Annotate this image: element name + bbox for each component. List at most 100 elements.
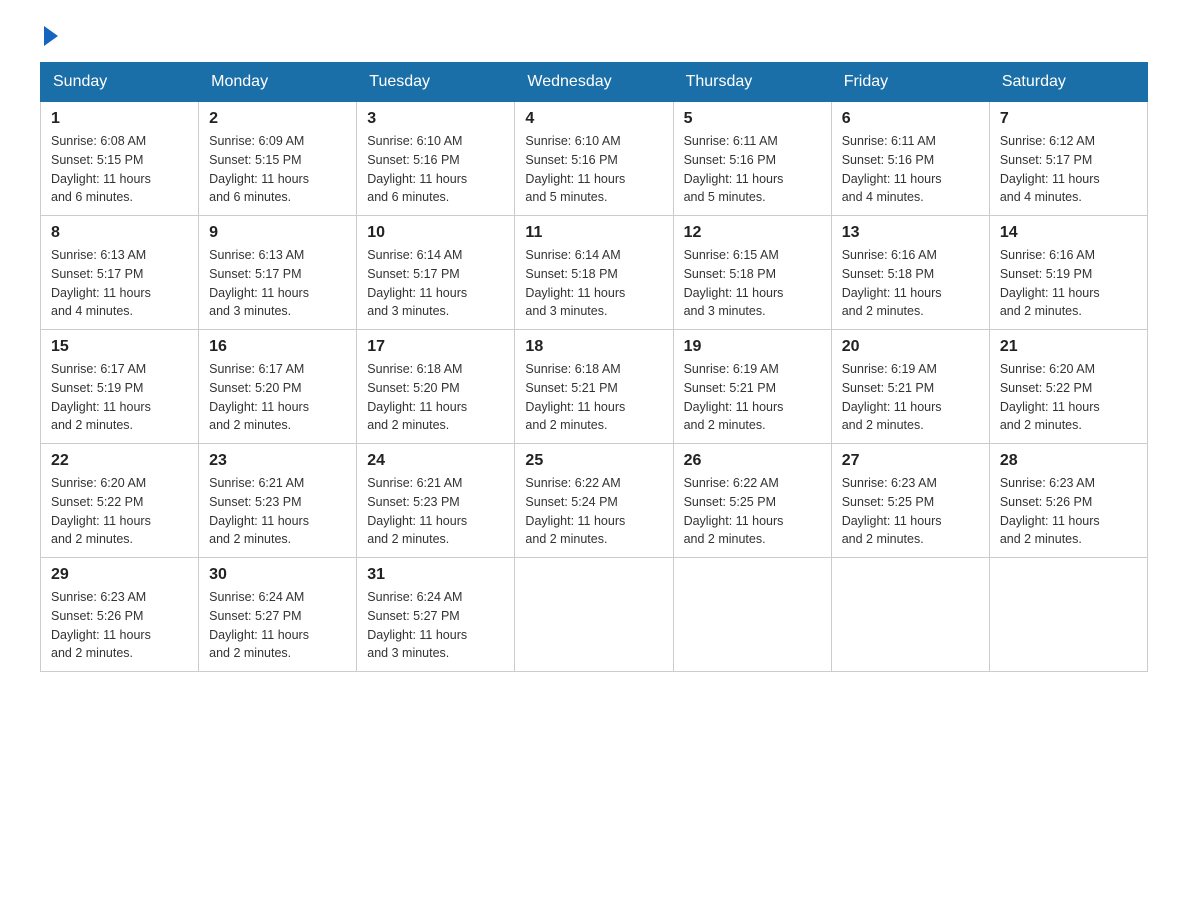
calendar-cell: 19 Sunrise: 6:19 AMSunset: 5:21 PMDayligh…: [673, 330, 831, 444]
calendar-cell: 6 Sunrise: 6:11 AMSunset: 5:16 PMDaylight…: [831, 102, 989, 216]
day-info: Sunrise: 6:14 AMSunset: 5:18 PMDaylight:…: [525, 246, 662, 321]
calendar-cell: 20Sunrise: 6:19 AMSunset: 5:21 PMDayligh…: [831, 330, 989, 444]
calendar-cell: 28Sunrise: 6:23 AMSunset: 5:26 PMDayligh…: [989, 444, 1147, 558]
day-number: 9: [209, 224, 346, 242]
day-number: 21: [1000, 338, 1137, 356]
day-number: 17: [367, 338, 504, 356]
calendar-cell: [831, 558, 989, 672]
calendar-cell: 13Sunrise: 6:16 AMSunset: 5:18 PMDayligh…: [831, 216, 989, 330]
day-number: 15: [51, 338, 188, 356]
page-header: [40, 30, 1148, 42]
day-number: 5: [684, 110, 821, 128]
calendar-cell: 24 Sunrise: 6:21 AMSunset: 5:23 PMDayligh…: [357, 444, 515, 558]
day-number: 2: [209, 110, 346, 128]
calendar-cell: 8 Sunrise: 6:13 AMSunset: 5:17 PMDaylight…: [41, 216, 199, 330]
calendar-cell: 9 Sunrise: 6:13 AMSunset: 5:17 PMDaylight…: [199, 216, 357, 330]
col-header-sunday: Sunday: [41, 63, 199, 102]
day-number: 26: [684, 452, 821, 470]
day-number: 6: [842, 110, 979, 128]
calendar-cell: 1 Sunrise: 6:08 AMSunset: 5:15 PMDaylight…: [41, 102, 199, 216]
calendar-cell: 2 Sunrise: 6:09 AMSunset: 5:15 PMDaylight…: [199, 102, 357, 216]
day-number: 16: [209, 338, 346, 356]
calendar-week-row: 1 Sunrise: 6:08 AMSunset: 5:15 PMDaylight…: [41, 102, 1148, 216]
calendar-table: Sunday Monday Tuesday Wednesday Thursday…: [40, 62, 1148, 672]
day-info: Sunrise: 6:21 AMSunset: 5:23 PMDaylight:…: [209, 474, 346, 549]
day-number: 29: [51, 566, 188, 584]
day-number: 1: [51, 110, 188, 128]
calendar-cell: 3Sunrise: 6:10 AMSunset: 5:16 PMDaylight…: [357, 102, 515, 216]
day-number: 10: [367, 224, 504, 242]
day-number: 11: [525, 224, 662, 242]
day-info: Sunrise: 6:13 AMSunset: 5:17 PMDaylight:…: [209, 246, 346, 321]
calendar-week-row: 15 Sunrise: 6:17 AMSunset: 5:19 PMDayligh…: [41, 330, 1148, 444]
day-info: Sunrise: 6:21 AMSunset: 5:23 PMDaylight:…: [367, 474, 504, 549]
day-info: Sunrise: 6:11 AMSunset: 5:16 PMDaylight:…: [684, 132, 821, 207]
day-info: Sunrise: 6:15 AMSunset: 5:18 PMDaylight:…: [684, 246, 821, 321]
calendar-week-row: 22Sunrise: 6:20 AMSunset: 5:22 PMDayligh…: [41, 444, 1148, 558]
day-number: 14: [1000, 224, 1137, 242]
calendar-cell: 15 Sunrise: 6:17 AMSunset: 5:19 PMDayligh…: [41, 330, 199, 444]
day-info: Sunrise: 6:17 AMSunset: 5:19 PMDaylight:…: [51, 360, 188, 435]
day-number: 23: [209, 452, 346, 470]
day-info: Sunrise: 6:20 AMSunset: 5:22 PMDaylight:…: [1000, 360, 1137, 435]
day-info: Sunrise: 6:18 AMSunset: 5:21 PMDaylight:…: [525, 360, 662, 435]
day-number: 20: [842, 338, 979, 356]
day-info: Sunrise: 6:23 AMSunset: 5:26 PMDaylight:…: [51, 588, 188, 663]
day-number: 7: [1000, 110, 1137, 128]
calendar-cell: 5 Sunrise: 6:11 AMSunset: 5:16 PMDaylight…: [673, 102, 831, 216]
day-info: Sunrise: 6:23 AMSunset: 5:25 PMDaylight:…: [842, 474, 979, 549]
calendar-cell: 11 Sunrise: 6:14 AMSunset: 5:18 PMDayligh…: [515, 216, 673, 330]
col-header-friday: Friday: [831, 63, 989, 102]
day-info: Sunrise: 6:18 AMSunset: 5:20 PMDaylight:…: [367, 360, 504, 435]
logo-arrow-icon: [44, 26, 58, 46]
calendar-cell: 17 Sunrise: 6:18 AMSunset: 5:20 PMDayligh…: [357, 330, 515, 444]
calendar-cell: 18 Sunrise: 6:18 AMSunset: 5:21 PMDayligh…: [515, 330, 673, 444]
calendar-week-row: 8 Sunrise: 6:13 AMSunset: 5:17 PMDaylight…: [41, 216, 1148, 330]
day-number: 25: [525, 452, 662, 470]
day-number: 4: [525, 110, 662, 128]
day-number: 28: [1000, 452, 1137, 470]
calendar-cell: 29 Sunrise: 6:23 AMSunset: 5:26 PMDayligh…: [41, 558, 199, 672]
day-info: Sunrise: 6:11 AMSunset: 5:16 PMDaylight:…: [842, 132, 979, 207]
col-header-wednesday: Wednesday: [515, 63, 673, 102]
day-info: Sunrise: 6:19 AMSunset: 5:21 PMDaylight:…: [684, 360, 821, 435]
day-number: 8: [51, 224, 188, 242]
logo: [40, 30, 58, 42]
day-info: Sunrise: 6:24 AMSunset: 5:27 PMDaylight:…: [209, 588, 346, 663]
calendar-cell: 14Sunrise: 6:16 AMSunset: 5:19 PMDayligh…: [989, 216, 1147, 330]
day-number: 12: [684, 224, 821, 242]
calendar-cell: 30 Sunrise: 6:24 AMSunset: 5:27 PMDayligh…: [199, 558, 357, 672]
calendar-header-row: Sunday Monday Tuesday Wednesday Thursday…: [41, 63, 1148, 102]
calendar-cell: 4 Sunrise: 6:10 AMSunset: 5:16 PMDaylight…: [515, 102, 673, 216]
day-number: 31: [367, 566, 504, 584]
calendar-cell: 22Sunrise: 6:20 AMSunset: 5:22 PMDayligh…: [41, 444, 199, 558]
day-number: 19: [684, 338, 821, 356]
calendar-cell: 10 Sunrise: 6:14 AMSunset: 5:17 PMDayligh…: [357, 216, 515, 330]
day-info: Sunrise: 6:14 AMSunset: 5:17 PMDaylight:…: [367, 246, 504, 321]
calendar-cell: 7Sunrise: 6:12 AMSunset: 5:17 PMDaylight…: [989, 102, 1147, 216]
day-info: Sunrise: 6:22 AMSunset: 5:24 PMDaylight:…: [525, 474, 662, 549]
day-number: 30: [209, 566, 346, 584]
day-info: Sunrise: 6:08 AMSunset: 5:15 PMDaylight:…: [51, 132, 188, 207]
day-info: Sunrise: 6:09 AMSunset: 5:15 PMDaylight:…: [209, 132, 346, 207]
day-info: Sunrise: 6:16 AMSunset: 5:18 PMDaylight:…: [842, 246, 979, 321]
calendar-cell: 21 Sunrise: 6:20 AMSunset: 5:22 PMDayligh…: [989, 330, 1147, 444]
calendar-body: 1 Sunrise: 6:08 AMSunset: 5:15 PMDaylight…: [41, 102, 1148, 672]
day-info: Sunrise: 6:10 AMSunset: 5:16 PMDaylight:…: [525, 132, 662, 207]
day-number: 24: [367, 452, 504, 470]
calendar-cell: 12 Sunrise: 6:15 AMSunset: 5:18 PMDayligh…: [673, 216, 831, 330]
day-info: Sunrise: 6:17 AMSunset: 5:20 PMDaylight:…: [209, 360, 346, 435]
day-info: Sunrise: 6:13 AMSunset: 5:17 PMDaylight:…: [51, 246, 188, 321]
col-header-thursday: Thursday: [673, 63, 831, 102]
calendar-cell: [515, 558, 673, 672]
col-header-monday: Monday: [199, 63, 357, 102]
day-info: Sunrise: 6:20 AMSunset: 5:22 PMDaylight:…: [51, 474, 188, 549]
day-number: 18: [525, 338, 662, 356]
calendar-week-row: 29 Sunrise: 6:23 AMSunset: 5:26 PMDayligh…: [41, 558, 1148, 672]
col-header-tuesday: Tuesday: [357, 63, 515, 102]
calendar-cell: [673, 558, 831, 672]
day-number: 3: [367, 110, 504, 128]
calendar-cell: 16 Sunrise: 6:17 AMSunset: 5:20 PMDayligh…: [199, 330, 357, 444]
day-number: 27: [842, 452, 979, 470]
calendar-cell: [989, 558, 1147, 672]
